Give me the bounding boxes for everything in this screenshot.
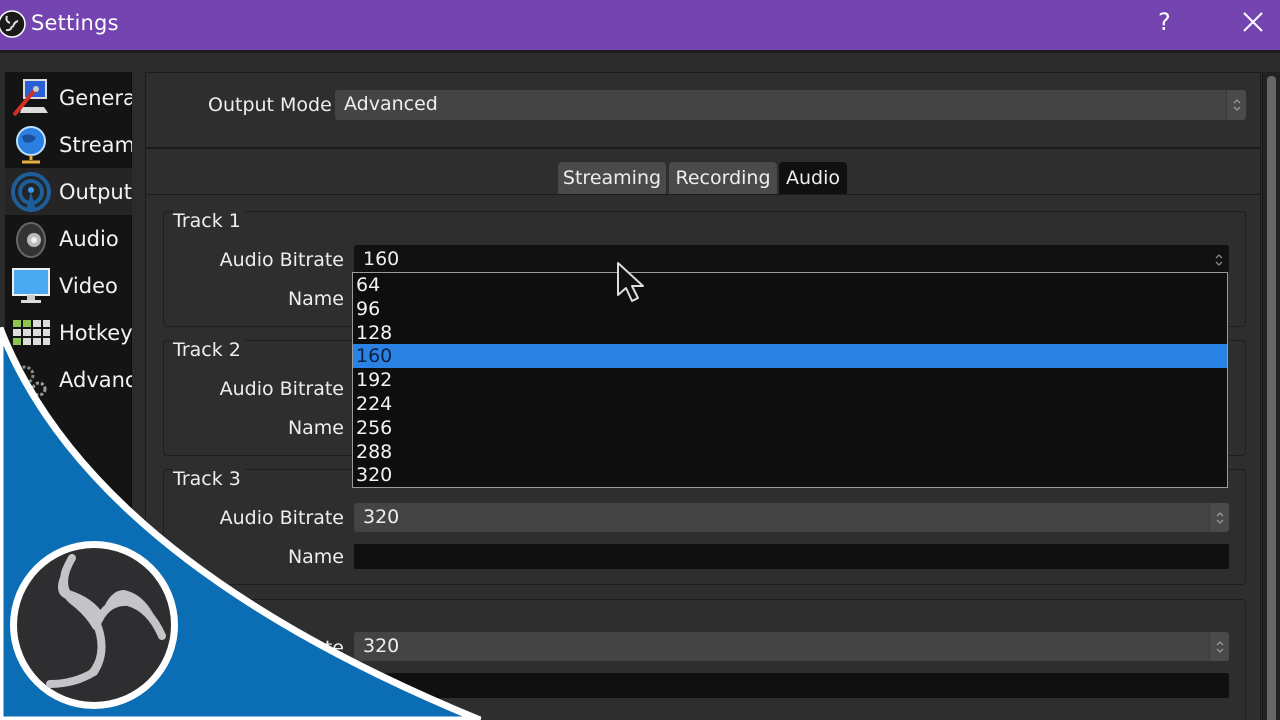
- bitrate-option[interactable]: 288: [353, 440, 1227, 464]
- output-mode-select[interactable]: Advanced: [335, 90, 1246, 120]
- sidebar-item-general[interactable]: General: [5, 74, 132, 121]
- vertical-scrollbar[interactable]: [1262, 72, 1280, 720]
- broadcast-antenna-icon: [11, 171, 51, 212]
- sidebar-item-video[interactable]: Video: [5, 262, 132, 309]
- updown-arrows-icon: [1209, 245, 1229, 274]
- track-title: Track 2: [173, 339, 245, 361]
- keyboard-icon: [13, 319, 50, 345]
- updown-arrows-icon: [1209, 632, 1229, 661]
- tab-recording[interactable]: Recording: [669, 162, 777, 194]
- sidebar-item-label: Output: [59, 179, 132, 204]
- scrollbar-thumb[interactable]: [1267, 76, 1276, 720]
- general-settings-icon: [12, 78, 48, 116]
- titlebar-divider: [0, 50, 1280, 53]
- audio-bitrate-label: Audio Bitrate: [219, 507, 344, 529]
- name-label: Name: [287, 546, 344, 568]
- output-tabs: Streaming Recording Audio: [146, 151, 1260, 195]
- sidebar-item-label: Hotkeys: [59, 320, 132, 345]
- tab-audio[interactable]: Audio: [779, 162, 847, 194]
- bitrate-option-selected[interactable]: 160: [353, 344, 1227, 369]
- obs-logo-icon: [0, 10, 26, 38]
- close-icon[interactable]: [1240, 9, 1266, 35]
- sidebar-item-label: Video: [59, 273, 118, 298]
- sidebar-item-label: General: [59, 85, 132, 110]
- output-mode-value: Advanced: [344, 93, 438, 115]
- sidebar-item-audio[interactable]: Audio: [5, 215, 132, 262]
- bitrate-option[interactable]: 256: [353, 416, 1227, 440]
- track-1-bitrate-value: 160: [363, 248, 400, 270]
- track-4-bitrate-value: 320: [363, 635, 400, 657]
- bitrate-option[interactable]: 192: [353, 368, 1227, 392]
- tab-streaming[interactable]: Streaming: [558, 162, 666, 194]
- sidebar-item-stream[interactable]: Stream: [5, 121, 132, 168]
- title-bar: Settings ?: [0, 0, 1280, 50]
- track-4-group: Audio Bitrate 320: [163, 599, 1246, 720]
- track-title: Track 1: [173, 210, 245, 232]
- track-3-bitrate-select[interactable]: 320: [354, 503, 1229, 532]
- output-mode-row: Output Mode Advanced: [146, 73, 1260, 149]
- track-4-name-input[interactable]: [354, 673, 1229, 698]
- bitrate-option[interactable]: 128: [353, 321, 1227, 345]
- output-mode-label: Output Mode: [208, 94, 332, 116]
- audio-bitrate-label: Audio Bitrate: [219, 378, 344, 400]
- bitrate-dropdown-list: 64 96 128 160 192 224 256 288 320: [352, 272, 1228, 488]
- speaker-icon: [16, 221, 46, 258]
- updown-arrows-icon: [1209, 503, 1229, 532]
- sidebar-item-label: Advanced: [59, 367, 132, 392]
- monitor-icon: [12, 267, 50, 303]
- sidebar-item-label: Stream: [59, 132, 132, 157]
- bitrate-option[interactable]: 64: [353, 273, 1227, 297]
- sidebar-item-hotkeys[interactable]: Hotkeys: [5, 309, 132, 356]
- settings-sidebar: General Stream Output Audio V: [5, 72, 132, 720]
- track-3-bitrate-value: 320: [363, 506, 400, 528]
- window-title: Settings: [31, 11, 119, 35]
- name-label: Name: [287, 417, 344, 439]
- sidebar-item-output[interactable]: Output: [5, 168, 132, 215]
- sidebar-item-advanced[interactable]: Advanced: [5, 356, 132, 403]
- track-1-bitrate-select[interactable]: 160: [354, 245, 1229, 274]
- name-label: Name: [287, 288, 344, 310]
- track-3-name-input[interactable]: [354, 544, 1229, 569]
- bitrate-option[interactable]: 320: [353, 463, 1227, 487]
- track-title: Track 3: [173, 468, 245, 490]
- gears-icon: [15, 365, 47, 396]
- bitrate-option[interactable]: 224: [353, 392, 1227, 416]
- help-button[interactable]: ?: [1158, 8, 1171, 36]
- globe-network-icon: [16, 125, 46, 163]
- audio-bitrate-label: Audio Bitrate: [219, 249, 344, 271]
- audio-bitrate-label: Audio Bitrate: [219, 637, 344, 659]
- updown-arrows-icon: [1226, 90, 1246, 120]
- bitrate-option[interactable]: 96: [353, 297, 1227, 321]
- sidebar-item-label: Audio: [59, 226, 119, 251]
- track-4-bitrate-select[interactable]: 320: [354, 632, 1229, 661]
